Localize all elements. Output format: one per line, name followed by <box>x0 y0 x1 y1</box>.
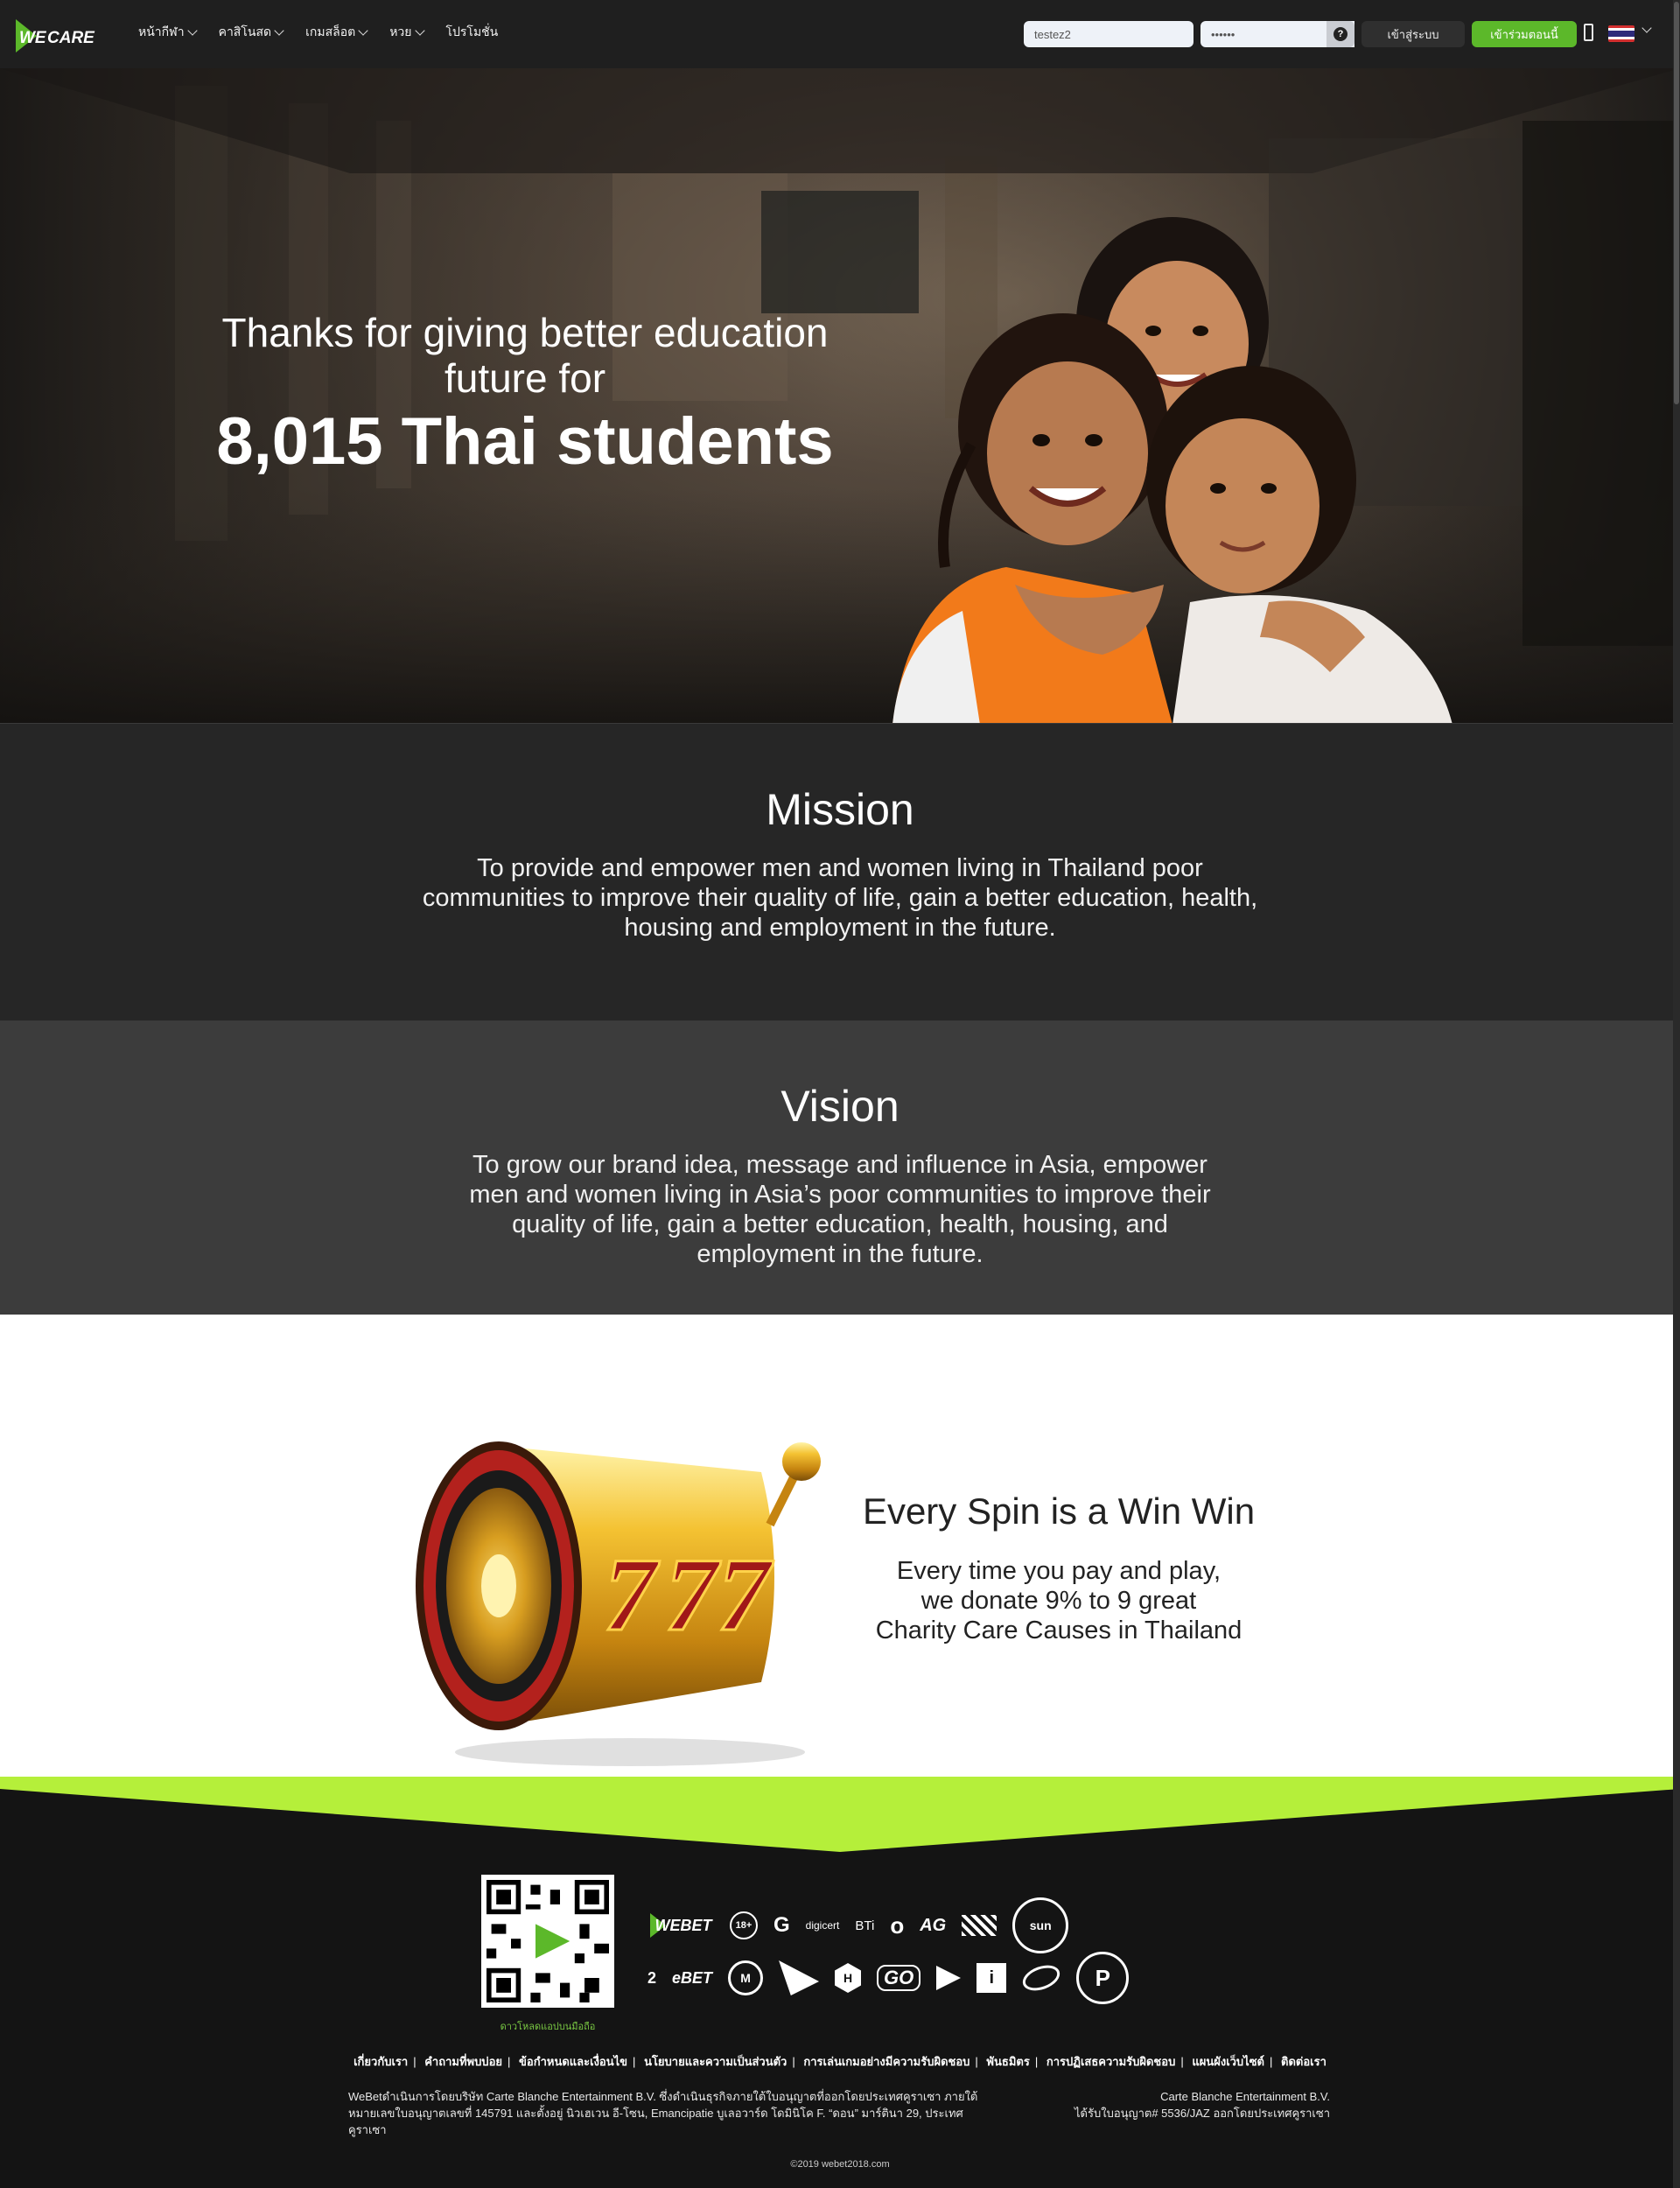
reel-digit-1: 7 <box>604 1536 660 1652</box>
footer-link-privacy[interactable]: นโยบายและความเป็นส่วนตัว <box>644 2055 787 2068</box>
ebet-logo[interactable]: eBET <box>672 1969 712 1988</box>
nav-promotions[interactable]: โปรโมชั่น <box>446 23 499 42</box>
sport-provider-logo[interactable]: 2 <box>648 1969 656 1988</box>
hero-text: Thanks for giving better education futur… <box>158 310 892 481</box>
bti-logo[interactable]: BTi <box>855 1918 874 1933</box>
logo-care: CARE <box>47 29 95 47</box>
nav-sports[interactable]: หน้ากีฬา <box>138 23 198 42</box>
spin-body-line-2: we donate 9% to 9 great <box>920 1587 1197 1615</box>
login-button[interactable]: เข้าสู่ระบบ <box>1362 21 1465 47</box>
username-input[interactable] <box>1024 21 1194 47</box>
hero-line-2: future for <box>444 355 606 401</box>
top-header: WE CARE หน้ากีฬา คาสิโนสด เกมสล็อต หวย โ… <box>0 0 1680 68</box>
nav-promotions-label: โปรโมชั่น <box>445 25 499 39</box>
mission-title: Mission <box>766 785 914 834</box>
info-provider-logo[interactable]: i <box>976 1963 1007 1993</box>
logo-we: WE <box>19 29 47 47</box>
chevron-down-icon[interactable] <box>1642 23 1652 33</box>
footer: ดาวโหลดแอปบนมือถือ WEBET 18+ G digicert … <box>0 1777 1680 2188</box>
footer-link-responsible-gaming[interactable]: การเล่นเกมอย่างมีความรับผิดชอบ <box>803 2055 970 2068</box>
thailand-flag-icon[interactable] <box>1608 25 1634 42</box>
legal-company: Carte Blanche Entertainment B.V. <box>1160 2090 1330 2103</box>
partner-logos: WEBET 18+ G digicert BTi o AG sun 2 eBET… <box>648 1897 1208 2004</box>
gaming-cert-logo[interactable]: G <box>774 1913 790 1938</box>
racing-flag-logo[interactable] <box>962 1915 998 1936</box>
digicert-logo[interactable]: digicert <box>806 1919 840 1932</box>
footer-lime-wedge <box>0 1777 1680 1852</box>
footer-link-sitemap[interactable]: แผนผังเว็บไซต์ <box>1192 2055 1264 2068</box>
nav-live-casino[interactable]: คาสิโนสด <box>219 23 284 42</box>
vision-section: Vision To grow our brand idea, message a… <box>0 1020 1680 1315</box>
chevron-down-icon <box>186 25 198 36</box>
play-provider-logo[interactable] <box>936 1966 962 1990</box>
app-download-qr-code[interactable] <box>481 1875 614 2008</box>
footer-link-contact[interactable]: ติดต่อเรา <box>1281 2055 1326 2068</box>
join-now-button[interactable]: เข้าร่วมตอนนี้ <box>1472 21 1577 47</box>
spin-body: Every time you pay and play, we donate 9… <box>840 1556 1278 1645</box>
arrow-provider-logo[interactable] <box>779 1960 820 1995</box>
scrollbar-thumb[interactable] <box>1674 2 1679 404</box>
nav-live-casino-label: คาสิโนสด <box>218 25 272 39</box>
go-provider-logo[interactable]: GO <box>877 1965 921 1991</box>
spin-body-line-3: Charity Care Causes in Thailand <box>875 1616 1242 1645</box>
spin-body-line-1: Every time you pay and play, <box>896 1557 1222 1585</box>
reel-digit-2: 7 <box>665 1536 721 1652</box>
footer-links: เกี่ยวกับเรา | คำถามที่พบบ่อย | ข้อกำหนดแล… <box>354 2055 1326 2068</box>
copyright: ©2019 webet2018.com <box>790 2159 890 2170</box>
vision-title: Vision <box>780 1082 900 1131</box>
m-provider-logo[interactable]: M <box>728 1960 764 1995</box>
mobile-icon[interactable] <box>1584 24 1593 41</box>
wecare-logo[interactable]: WE CARE <box>12 16 124 56</box>
vision-body: To grow our brand idea, message and infl… <box>469 1151 1211 1268</box>
footer-link-faq[interactable]: คำถามที่พบบ่อย <box>424 2055 502 2068</box>
p-provider-logo[interactable]: P <box>1076 1952 1130 2004</box>
footer-link-partners[interactable]: พันธมิตร <box>986 2055 1029 2068</box>
footer-link-disclaimer[interactable]: การปฏิเสธความรับผิดชอบ <box>1046 2055 1176 2068</box>
page-scrollbar[interactable] <box>1673 0 1680 2188</box>
age-18-plus-logo[interactable]: 18+ <box>730 1911 758 1939</box>
chevron-down-icon <box>274 25 284 36</box>
question-icon: ? <box>1334 27 1348 41</box>
sun-provider-logo[interactable]: o <box>890 1912 904 1939</box>
chevron-down-icon <box>414 25 425 36</box>
legal-text-right: Carte Blanche Entertainment B.V. ได้รับใ… <box>980 2088 1330 2121</box>
partner-row-1: WEBET 18+ G digicert BTi o AG sun <box>648 1897 1208 1953</box>
swirl-provider-logo[interactable] <box>1019 1960 1064 1995</box>
spin-section: 7 7 7 Every Spin is a Win Win Every time… <box>0 1315 1680 1777</box>
qr-caption: ดาวโหลดแอปบนมือถือ <box>500 2022 596 2032</box>
nav-sports-label: หน้ากีฬา <box>138 25 185 39</box>
hero-headline: 8,015 Thai students <box>216 404 834 479</box>
hero-line-1: Thanks for giving better education <box>221 310 829 355</box>
chevron-down-icon <box>358 25 368 36</box>
footer-link-terms[interactable]: ข้อกำหนดและเงื่อนไข <box>519 2055 627 2068</box>
slot-machine-image: 7 7 7 <box>416 1441 821 1766</box>
legal-text-left: WeBetดำเนินการโดยบริษัท Carte Blanche En… <box>348 2090 978 2136</box>
ag-logo[interactable]: AG <box>920 1916 946 1936</box>
main-nav: หน้ากีฬา คาสิโนสด เกมสล็อต หวย โปรโมชั่น <box>138 23 498 42</box>
children-photo <box>892 217 1452 723</box>
nav-slots[interactable]: เกมสล็อต <box>305 23 368 42</box>
royal-provider-logo[interactable]: sun <box>1012 1897 1069 1953</box>
mission-body: To provide and empower men and women liv… <box>422 854 1258 942</box>
hero-banner: Thanks for giving better education futur… <box>0 68 1680 723</box>
webet-logo[interactable]: WEBET <box>648 1913 714 1938</box>
hexagon-provider-logo[interactable]: H <box>835 1963 862 1993</box>
mission-section: Mission To provide and empower men and w… <box>0 723 1680 1020</box>
reel-digit-3: 7 <box>718 1536 774 1652</box>
nav-lottery[interactable]: หวย <box>389 23 425 42</box>
nav-lottery-label: หวย <box>389 25 412 39</box>
spin-title: Every Spin is a Win Win <box>862 1490 1256 1532</box>
password-help-button[interactable]: ? <box>1326 21 1354 47</box>
footer-link-about[interactable]: เกี่ยวกับเรา <box>354 2055 408 2068</box>
nav-slots-label: เกมสล็อต <box>305 25 356 39</box>
partner-row-2: 2 eBET M H GO i P <box>648 1952 1208 2004</box>
legal-license: ได้รับใบอนุญาต# 5536/JAZ ออกโดยประเทศคูร… <box>1074 2107 1330 2120</box>
